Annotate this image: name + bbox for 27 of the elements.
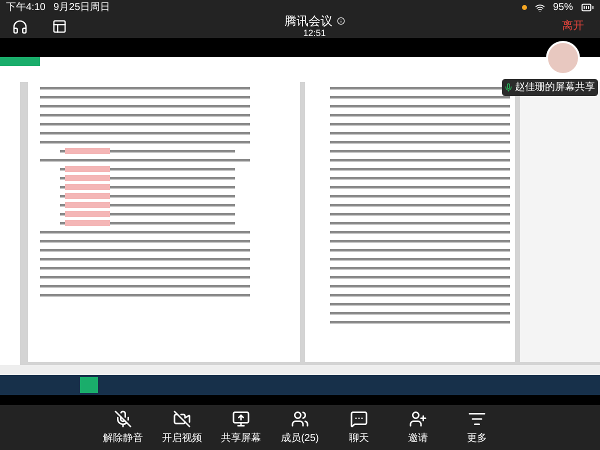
screen-share-icon <box>232 410 250 428</box>
toolbar-button[interactable]: 共享屏幕 <box>221 410 261 446</box>
toolbar-button[interactable]: 邀请 <box>398 410 438 446</box>
info-icon[interactable] <box>336 17 344 25</box>
presenter-avatar <box>546 41 580 75</box>
battery-icon <box>581 1 594 14</box>
video-off-icon <box>173 410 191 428</box>
leave-button[interactable]: 离开 <box>562 18 584 35</box>
headphones-icon[interactable] <box>12 18 28 34</box>
toolbar-button[interactable]: 聊天 <box>339 410 379 446</box>
chat-icon <box>350 410 368 428</box>
wifi-icon <box>534 2 545 12</box>
meeting-title: 腾讯会议 <box>284 15 332 27</box>
presenter-label: 赵佳珊的屏幕共享 <box>515 80 595 95</box>
meeting-duration: 12:51 <box>303 29 326 38</box>
layout-icon[interactable] <box>52 19 67 34</box>
mic-icon <box>504 83 513 92</box>
battery-level: 95% <box>552 1 573 15</box>
toolbar-button[interactable]: 解除静音 <box>103 410 143 446</box>
mic-off-icon <box>114 410 132 428</box>
toolbar-button[interactable]: 更多 <box>457 410 497 446</box>
status-date: 9月25日周日 <box>53 1 110 15</box>
people-icon <box>291 410 309 428</box>
toolbar-button[interactable]: 成员(25) <box>280 410 320 446</box>
status-time: 下午4:10 <box>6 1 46 15</box>
add-person-icon <box>409 410 427 428</box>
toolbar-button[interactable]: 开启视频 <box>162 410 202 446</box>
